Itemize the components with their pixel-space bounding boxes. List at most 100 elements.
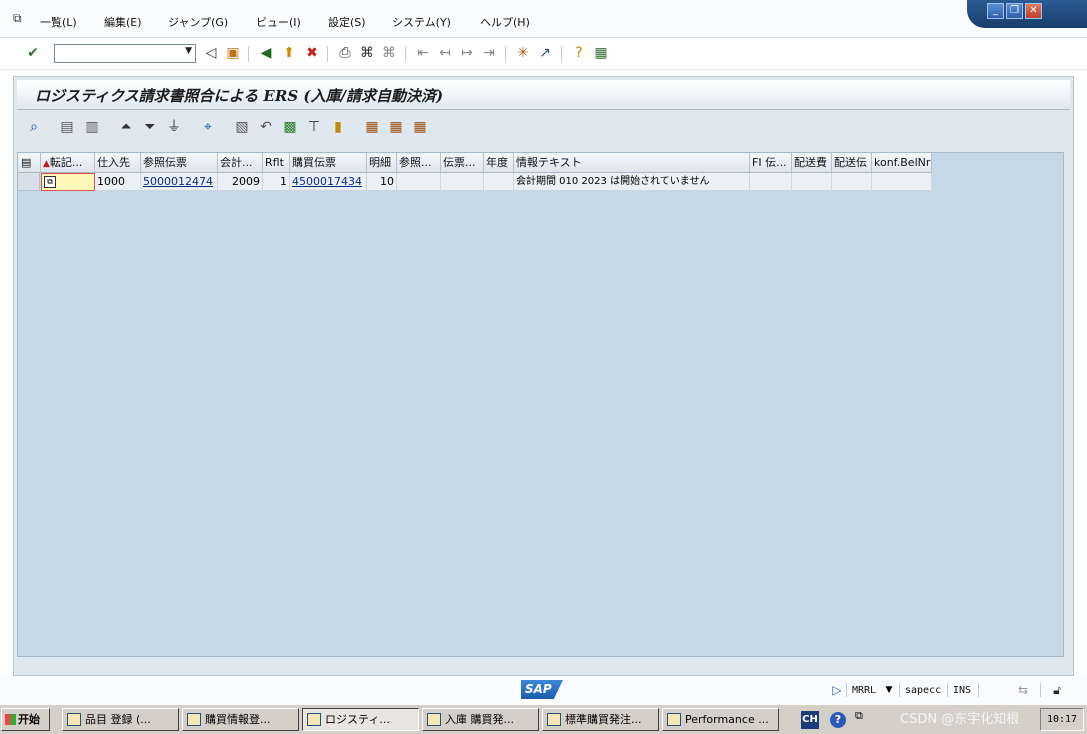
close-button[interactable]: ✕ (1025, 3, 1042, 19)
system-toolbar: ✔ ▼ ◁ ▣ ◀ ⬆ ✖ ⎙ ⌘ ⌘ ⇤ ↤ ↦ ⇥ ✳ ↗ ? ▦ (0, 38, 1087, 70)
choose-layout-icon[interactable]: ▦ (363, 118, 381, 136)
col-header-freight-doc[interactable]: 配送伝 (832, 153, 872, 173)
menu-system[interactable]: システム(Y) (392, 14, 451, 30)
find-next-icon[interactable]: ⌘ (380, 44, 398, 62)
po-link[interactable]: 4500017434 (292, 175, 362, 188)
col-header-ref-doc[interactable]: 参照伝票 (141, 153, 218, 173)
task-item-3[interactable]: ロジスティ... (302, 708, 419, 731)
sort-descending-icon[interactable]: ⏷ (141, 118, 159, 136)
col-header-item[interactable]: 明細 (367, 153, 397, 173)
title-bar: ロジスティクス請求書照合による ERS (入庫/請求自動決済) (17, 80, 1070, 110)
menu-edit[interactable]: 編集(E) (104, 14, 142, 30)
col-header-konf-belnr[interactable]: konf.BelNr (872, 153, 932, 173)
prev-page-icon[interactable]: ↤ (436, 44, 454, 62)
status-expand-icon[interactable]: ▷ (828, 681, 846, 699)
task-item-5[interactable]: 標準購買発注... (542, 708, 659, 731)
select-all-icon[interactable]: ▤ (58, 118, 76, 136)
sap-window-icon (547, 713, 561, 726)
print-icon[interactable]: ⎙ (336, 44, 354, 62)
menu-icon[interactable]: ⧉ (13, 11, 27, 25)
help-icon[interactable]: ? (830, 712, 846, 728)
next-page-icon[interactable]: ↦ (458, 44, 476, 62)
help-icon[interactable]: ? (570, 44, 588, 62)
col-header-fi-doc[interactable]: FI 伝... (750, 153, 792, 173)
layout-icon[interactable]: ▦ (592, 44, 610, 62)
filter-icon[interactable]: ⏚ (165, 118, 183, 136)
back-icon[interactable]: ◀ (257, 44, 275, 62)
export-icon[interactable]: ↶ (257, 118, 275, 136)
menu-settings[interactable]: 設定(S) (328, 14, 366, 30)
change-layout-icon[interactable]: ▦ (387, 118, 405, 136)
deselect-all-icon[interactable]: ▥ (83, 118, 101, 136)
menu-help[interactable]: ヘルプ(H) (480, 14, 530, 30)
col-header-fiscal-year[interactable]: 会計... (218, 153, 263, 173)
command-input[interactable] (55, 45, 179, 62)
find-icon[interactable]: ⌘ (358, 44, 376, 62)
ref-doc-link[interactable]: 5000012474 (143, 175, 213, 188)
menu-list[interactable]: 一覧(L) (40, 14, 77, 30)
save-icon[interactable]: ▣ (224, 44, 242, 62)
cell-freight (792, 173, 832, 191)
subtotal-icon[interactable]: ⊤ (305, 118, 323, 136)
col-header-year[interactable]: 年度 (484, 153, 514, 173)
page-title: ロジスティクス請求書照合による ERS (入庫/請求自動決済) (35, 87, 444, 105)
col-header-posting[interactable]: ▲転記... (41, 153, 95, 173)
grid-menu-icon[interactable]: ▤ (21, 156, 31, 169)
minimize-button[interactable]: _ (987, 3, 1004, 19)
cell-ref-doc[interactable]: 5000012474 (141, 173, 218, 191)
sort-up-icon: ▲ (43, 159, 50, 169)
graphic-icon[interactable]: ▮ (329, 118, 347, 136)
col-header-freight[interactable]: 配送費 (792, 153, 832, 173)
start-button[interactable]: 开始 (1, 708, 50, 731)
command-field[interactable]: ▼ (54, 44, 196, 63)
col-header-info-text[interactable]: 情報テキスト (514, 153, 750, 173)
col-header-po[interactable]: 購買伝票 (290, 153, 367, 173)
cell-fi-doc (750, 173, 792, 191)
work-area: ロジスティクス請求書照合による ERS (入庫/請求自動決済) ⌕ ▤ ▥ ⏶ … (13, 76, 1074, 676)
shortcut-icon[interactable]: ↗ (536, 44, 554, 62)
menu-view[interactable]: ビュー(I) (256, 14, 301, 30)
first-page-icon[interactable]: ⇤ (414, 44, 432, 62)
print-preview-icon[interactable]: ▧ (233, 118, 251, 136)
select-all-button[interactable]: ▤ (18, 153, 41, 173)
status-bar: SAP ▷ MRRL ▼ sapecc INS ⇆ 🔓︎ (0, 676, 1087, 704)
menu-icon[interactable]: ⧉ (855, 709, 863, 723)
exit-icon[interactable]: ⬆ (280, 44, 298, 62)
lock-icon[interactable]: 🔓︎ (1048, 681, 1066, 699)
task-item-4[interactable]: 入庫 購買発... (422, 708, 539, 731)
task-item-6[interactable]: Performance ... (662, 708, 779, 731)
col-header-rflt[interactable]: Rflt (263, 153, 290, 173)
new-session-icon[interactable]: ✳ (514, 44, 532, 62)
chevron-down-icon[interactable]: ▼ (880, 681, 898, 699)
cell-year (484, 173, 514, 191)
cell-po[interactable]: 4500017434 (290, 173, 367, 191)
cell-ref (397, 173, 441, 191)
sap-window-icon (307, 713, 321, 726)
windows-logo-icon (5, 714, 16, 725)
cancel-icon[interactable]: ✖ (303, 44, 321, 62)
detail-icon[interactable]: ⌕ (25, 118, 43, 136)
menu-bar: ⧉ 一覧(L) 編集(E) ジャンプ(G) ビュー(I) 設定(S) システム(… (0, 0, 1087, 38)
cell-konf-belnr (872, 173, 932, 191)
last-page-icon[interactable]: ⇥ (480, 44, 498, 62)
sap-window-icon (67, 713, 81, 726)
enter-icon[interactable]: ✔ (24, 44, 42, 62)
value-help-icon[interactable]: ⧉ (44, 176, 56, 188)
posting-cell[interactable]: ⧉ (41, 173, 95, 191)
task-item-2[interactable]: 購買情報登... (182, 708, 299, 731)
sort-ascending-icon[interactable]: ⏶ (117, 118, 135, 136)
save-layout-icon[interactable]: ▦ (411, 118, 429, 136)
col-header-ref[interactable]: 参照... (397, 153, 441, 173)
triangle-left-icon[interactable]: ◁ (202, 44, 220, 62)
row-selector[interactable] (18, 173, 40, 191)
menu-goto[interactable]: ジャンプ(G) (168, 14, 228, 30)
restore-button[interactable]: ❐ (1006, 3, 1023, 19)
find-icon[interactable]: ⌖ (199, 118, 217, 136)
col-header-vendor[interactable]: 仕入先 (95, 153, 141, 173)
cell-rflt: 1 (263, 173, 290, 191)
task-item-1[interactable]: 品目 登録 (... (62, 708, 179, 731)
language-indicator[interactable]: CH (801, 711, 819, 729)
spreadsheet-icon[interactable]: ▩ (281, 118, 299, 136)
col-header-doc[interactable]: 伝票... (441, 153, 484, 173)
chevron-down-icon[interactable]: ▼ (185, 46, 192, 56)
